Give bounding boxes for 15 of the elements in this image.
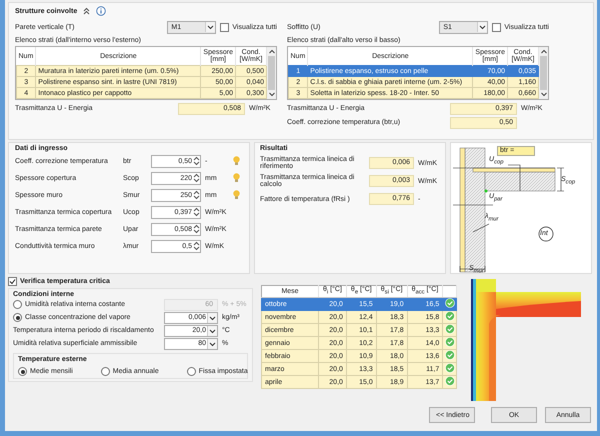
scroll-up-icon[interactable]: [268, 49, 276, 55]
scroll-up-icon[interactable]: [540, 49, 548, 55]
spinner-arrows-icon[interactable]: [193, 207, 200, 217]
spinner-arrows-icon[interactable]: [193, 173, 200, 183]
spinner-arrows-icon[interactable]: [193, 241, 200, 251]
info-icon[interactable]: [96, 6, 106, 16]
spinner-arrows-icon[interactable]: [193, 224, 200, 234]
scrollbar[interactable]: [267, 47, 276, 99]
spinner-arrows-icon[interactable]: [193, 190, 200, 200]
scrollbar[interactable]: [539, 47, 548, 99]
checkmark-icon: [9, 278, 16, 285]
spinner-arrows-icon[interactable]: [193, 156, 200, 166]
scroll-down-icon[interactable]: [540, 91, 548, 97]
collapse-icon[interactable]: [83, 7, 90, 15]
scroll-down-icon[interactable]: [268, 91, 276, 97]
